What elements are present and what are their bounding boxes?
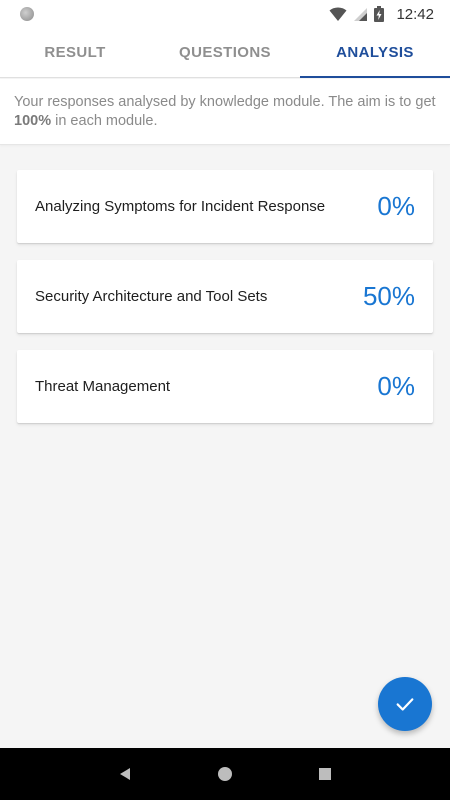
module-score: 50% (362, 281, 415, 311)
wifi-icon (329, 7, 347, 21)
back-button[interactable] (110, 759, 140, 789)
back-icon (120, 768, 130, 780)
module-card[interactable]: Threat Management 0% (17, 350, 433, 423)
tab-bar: RESULT QUESTIONS ANALYSIS (0, 28, 450, 78)
status-time: 12:42 (396, 5, 434, 23)
description-text-end: in each module. (51, 113, 158, 129)
status-left (20, 7, 34, 21)
module-score: 0% (377, 371, 415, 401)
status-bar: 12:42 (0, 0, 450, 28)
description-highlight: 100% (14, 113, 52, 129)
module-name: Analyzing Symptoms for Incident Response (35, 198, 326, 215)
check-icon (396, 698, 414, 711)
battery-charging-icon (374, 6, 385, 22)
recents-button[interactable] (310, 759, 340, 789)
analysis-description: Your responses analysed by knowledge mod… (0, 79, 450, 145)
description-text-start: Your responses analysed by knowledge mod… (14, 94, 436, 110)
tab-analysis[interactable]: ANALYSIS (300, 28, 450, 78)
module-card[interactable]: Security Architecture and Tool Sets 50% (17, 260, 433, 333)
recents-icon (319, 768, 331, 780)
module-list: Analyzing Symptoms for Incident Response… (17, 170, 433, 423)
home-button[interactable] (210, 759, 240, 789)
cellular-signal-icon (354, 7, 368, 21)
done-button[interactable] (378, 677, 432, 731)
module-card[interactable]: Analyzing Symptoms for Incident Response… (17, 170, 433, 243)
module-name: Security Architecture and Tool Sets (35, 288, 268, 305)
tab-result[interactable]: RESULT (0, 28, 150, 77)
module-name: Threat Management (35, 378, 171, 395)
tab-questions[interactable]: QUESTIONS (150, 28, 300, 77)
notification-icon (20, 7, 34, 21)
module-score: 0% (377, 191, 415, 221)
status-right: 12:42 (329, 6, 434, 23)
navigation-bar (0, 748, 450, 800)
home-icon (218, 767, 232, 781)
